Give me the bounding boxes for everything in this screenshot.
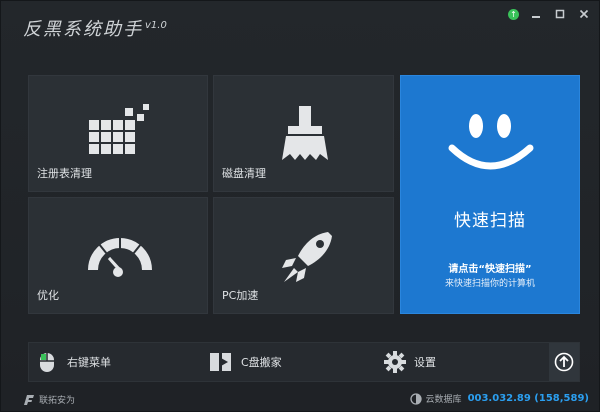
smiley-icon xyxy=(448,114,534,170)
c-drive-move-label: C盘搬家 xyxy=(241,356,282,369)
cloud-label: 云数据库 xyxy=(425,395,462,405)
pc-speed-label: PC加速 xyxy=(222,289,259,302)
app-title: 反黑系统助手 v1.0 xyxy=(23,15,167,41)
minimize-icon xyxy=(532,16,540,18)
cloud-database-icon xyxy=(409,392,422,405)
c-drive-move-button[interactable]: C盘搬家 xyxy=(209,343,282,381)
gauge-icon xyxy=(88,234,152,277)
context-menu-label: 右键菜单 xyxy=(67,356,111,369)
maximize-icon xyxy=(555,9,565,19)
upgrade-icon[interactable]: ↑ xyxy=(508,8,519,20)
app-title-text: 反黑系统助手 xyxy=(23,19,143,40)
settings-label: 设置 xyxy=(414,356,436,369)
brand-logo-icon xyxy=(24,394,34,405)
bottom-toolbar: 右键菜单 C盘搬家 设置 xyxy=(28,342,580,382)
rocket-icon xyxy=(282,232,332,282)
brand-name: 联拓安为 xyxy=(39,396,76,406)
disk-clean-label: 磁盘清理 xyxy=(222,167,266,180)
app-window: 反黑系统助手 v1.0 ↑ 注册表清理 磁盘清理 优化 PC加速 快速扫描 请点… xyxy=(0,0,600,412)
quick-scan-title: 快速扫描 xyxy=(454,211,526,231)
quick-scan-subtitle: 来快速扫描你的计算机 xyxy=(444,279,535,289)
disk-clean-tile[interactable]: 磁盘清理 xyxy=(213,75,394,192)
minimize-button[interactable] xyxy=(529,7,543,21)
settings-button[interactable]: 设置 xyxy=(384,343,436,381)
cloud-status: 云数据库 003.032.89 (158,589) xyxy=(409,392,589,405)
cloud-count: 003.032.89 (158,589) xyxy=(467,393,589,404)
close-icon xyxy=(579,9,589,19)
mouse-icon xyxy=(40,353,54,372)
scroll-up-button[interactable] xyxy=(549,343,579,381)
brand-area: 联拓安为 xyxy=(23,393,75,406)
quick-scan-tile[interactable]: 快速扫描 请点击“快速扫描” 来快速扫描你的计算机 xyxy=(400,75,580,314)
app-version: v1.0 xyxy=(145,20,167,31)
quick-scan-hint: 请点击“快速扫描” xyxy=(448,264,532,275)
grid-blocks-icon xyxy=(89,104,149,154)
registry-clean-tile[interactable]: 注册表清理 xyxy=(28,75,208,192)
optimize-tile[interactable]: 优化 xyxy=(28,197,208,314)
gear-icon xyxy=(384,351,406,373)
broom-icon xyxy=(282,106,328,160)
context-menu-button[interactable]: 右键菜单 xyxy=(37,343,111,381)
window-controls: ↑ xyxy=(508,7,591,21)
pc-speed-tile[interactable]: PC加速 xyxy=(213,197,394,314)
circle-arrow-up-icon xyxy=(554,352,574,372)
move-arrows-icon xyxy=(210,353,231,371)
registry-clean-label: 注册表清理 xyxy=(37,167,92,180)
close-button[interactable] xyxy=(577,7,591,21)
maximize-button[interactable] xyxy=(553,7,567,21)
optimize-label: 优化 xyxy=(37,289,59,302)
